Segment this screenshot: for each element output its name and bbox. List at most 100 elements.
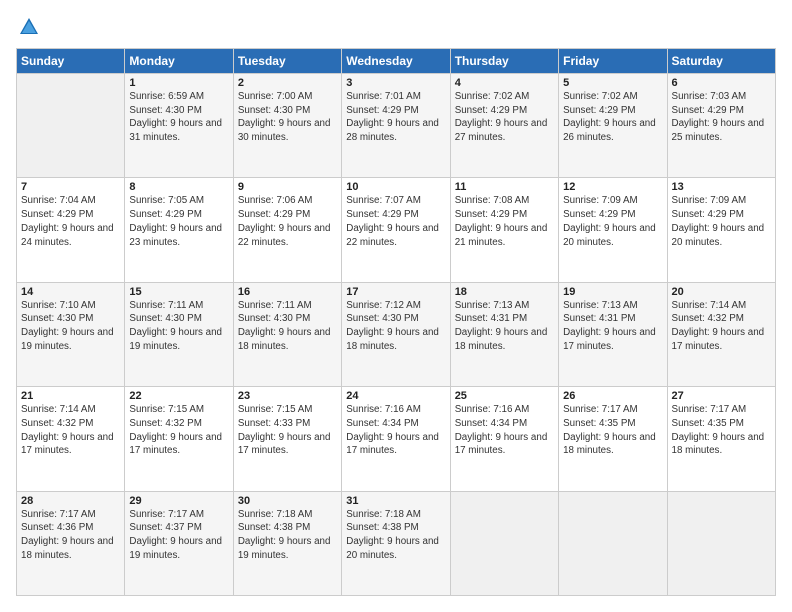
day-number: 26	[563, 390, 662, 402]
day-detail: Sunrise: 7:15 AMSunset: 4:33 PMDaylight:…	[238, 403, 337, 458]
calendar-cell	[667, 491, 775, 595]
calendar-cell: 29Sunrise: 7:17 AMSunset: 4:37 PMDayligh…	[125, 491, 233, 595]
day-detail: Sunrise: 7:17 AMSunset: 4:37 PMDaylight:…	[129, 508, 228, 563]
calendar-cell: 23Sunrise: 7:15 AMSunset: 4:33 PMDayligh…	[233, 387, 341, 491]
day-number: 30	[238, 495, 337, 507]
weekday-header-sunday: Sunday	[17, 49, 125, 74]
calendar-cell: 10Sunrise: 7:07 AMSunset: 4:29 PMDayligh…	[342, 178, 450, 282]
week-row-1: 7Sunrise: 7:04 AMSunset: 4:29 PMDaylight…	[17, 178, 776, 282]
day-detail: Sunrise: 7:17 AMSunset: 4:36 PMDaylight:…	[21, 508, 120, 563]
day-detail: Sunrise: 7:07 AMSunset: 4:29 PMDaylight:…	[346, 194, 445, 249]
calendar-cell: 6Sunrise: 7:03 AMSunset: 4:29 PMDaylight…	[667, 74, 775, 178]
day-number: 3	[346, 77, 445, 89]
logo	[16, 16, 40, 38]
calendar-cell: 28Sunrise: 7:17 AMSunset: 4:36 PMDayligh…	[17, 491, 125, 595]
day-detail: Sunrise: 7:09 AMSunset: 4:29 PMDaylight:…	[672, 194, 771, 249]
calendar-cell: 13Sunrise: 7:09 AMSunset: 4:29 PMDayligh…	[667, 178, 775, 282]
calendar-cell: 4Sunrise: 7:02 AMSunset: 4:29 PMDaylight…	[450, 74, 558, 178]
day-detail: Sunrise: 7:17 AMSunset: 4:35 PMDaylight:…	[672, 403, 771, 458]
day-detail: Sunrise: 7:18 AMSunset: 4:38 PMDaylight:…	[238, 508, 337, 563]
calendar-cell: 15Sunrise: 7:11 AMSunset: 4:30 PMDayligh…	[125, 282, 233, 386]
day-detail: Sunrise: 7:15 AMSunset: 4:32 PMDaylight:…	[129, 403, 228, 458]
calendar-cell	[559, 491, 667, 595]
day-number: 23	[238, 390, 337, 402]
day-detail: Sunrise: 7:11 AMSunset: 4:30 PMDaylight:…	[238, 299, 337, 354]
calendar-cell: 18Sunrise: 7:13 AMSunset: 4:31 PMDayligh…	[450, 282, 558, 386]
day-number: 14	[21, 286, 120, 298]
calendar-cell: 30Sunrise: 7:18 AMSunset: 4:38 PMDayligh…	[233, 491, 341, 595]
day-number: 16	[238, 286, 337, 298]
calendar-cell: 21Sunrise: 7:14 AMSunset: 4:32 PMDayligh…	[17, 387, 125, 491]
calendar-cell: 25Sunrise: 7:16 AMSunset: 4:34 PMDayligh…	[450, 387, 558, 491]
day-number: 10	[346, 181, 445, 193]
day-detail: Sunrise: 7:18 AMSunset: 4:38 PMDaylight:…	[346, 508, 445, 563]
calendar-cell	[17, 74, 125, 178]
day-detail: Sunrise: 7:02 AMSunset: 4:29 PMDaylight:…	[455, 90, 554, 145]
calendar-cell: 9Sunrise: 7:06 AMSunset: 4:29 PMDaylight…	[233, 178, 341, 282]
day-detail: Sunrise: 7:13 AMSunset: 4:31 PMDaylight:…	[563, 299, 662, 354]
calendar-cell: 17Sunrise: 7:12 AMSunset: 4:30 PMDayligh…	[342, 282, 450, 386]
day-number: 21	[21, 390, 120, 402]
day-detail: Sunrise: 7:06 AMSunset: 4:29 PMDaylight:…	[238, 194, 337, 249]
calendar-cell: 8Sunrise: 7:05 AMSunset: 4:29 PMDaylight…	[125, 178, 233, 282]
day-detail: Sunrise: 7:14 AMSunset: 4:32 PMDaylight:…	[21, 403, 120, 458]
weekday-header-wednesday: Wednesday	[342, 49, 450, 74]
calendar-cell: 3Sunrise: 7:01 AMSunset: 4:29 PMDaylight…	[342, 74, 450, 178]
day-number: 25	[455, 390, 554, 402]
day-number: 31	[346, 495, 445, 507]
weekday-header-friday: Friday	[559, 49, 667, 74]
day-detail: Sunrise: 7:13 AMSunset: 4:31 PMDaylight:…	[455, 299, 554, 354]
header	[16, 16, 776, 38]
calendar-cell: 12Sunrise: 7:09 AMSunset: 4:29 PMDayligh…	[559, 178, 667, 282]
day-number: 15	[129, 286, 228, 298]
day-detail: Sunrise: 7:08 AMSunset: 4:29 PMDaylight:…	[455, 194, 554, 249]
week-row-3: 21Sunrise: 7:14 AMSunset: 4:32 PMDayligh…	[17, 387, 776, 491]
day-number: 8	[129, 181, 228, 193]
calendar-cell: 11Sunrise: 7:08 AMSunset: 4:29 PMDayligh…	[450, 178, 558, 282]
day-detail: Sunrise: 7:00 AMSunset: 4:30 PMDaylight:…	[238, 90, 337, 145]
weekday-header-row: SundayMondayTuesdayWednesdayThursdayFrid…	[17, 49, 776, 74]
day-detail: Sunrise: 7:02 AMSunset: 4:29 PMDaylight:…	[563, 90, 662, 145]
day-number: 29	[129, 495, 228, 507]
calendar-cell: 19Sunrise: 7:13 AMSunset: 4:31 PMDayligh…	[559, 282, 667, 386]
day-number: 20	[672, 286, 771, 298]
day-number: 12	[563, 181, 662, 193]
logo-icon	[18, 16, 40, 38]
weekday-header-thursday: Thursday	[450, 49, 558, 74]
day-detail: Sunrise: 7:16 AMSunset: 4:34 PMDaylight:…	[455, 403, 554, 458]
calendar-cell: 2Sunrise: 7:00 AMSunset: 4:30 PMDaylight…	[233, 74, 341, 178]
calendar-cell: 27Sunrise: 7:17 AMSunset: 4:35 PMDayligh…	[667, 387, 775, 491]
calendar-cell: 7Sunrise: 7:04 AMSunset: 4:29 PMDaylight…	[17, 178, 125, 282]
calendar-cell: 26Sunrise: 7:17 AMSunset: 4:35 PMDayligh…	[559, 387, 667, 491]
week-row-2: 14Sunrise: 7:10 AMSunset: 4:30 PMDayligh…	[17, 282, 776, 386]
weekday-header-tuesday: Tuesday	[233, 49, 341, 74]
day-detail: Sunrise: 7:12 AMSunset: 4:30 PMDaylight:…	[346, 299, 445, 354]
day-detail: Sunrise: 7:04 AMSunset: 4:29 PMDaylight:…	[21, 194, 120, 249]
day-number: 24	[346, 390, 445, 402]
day-number: 9	[238, 181, 337, 193]
week-row-4: 28Sunrise: 7:17 AMSunset: 4:36 PMDayligh…	[17, 491, 776, 595]
day-number: 5	[563, 77, 662, 89]
day-number: 22	[129, 390, 228, 402]
day-detail: Sunrise: 7:17 AMSunset: 4:35 PMDaylight:…	[563, 403, 662, 458]
week-row-0: 1Sunrise: 6:59 AMSunset: 4:30 PMDaylight…	[17, 74, 776, 178]
day-number: 28	[21, 495, 120, 507]
page: SundayMondayTuesdayWednesdayThursdayFrid…	[0, 0, 792, 612]
day-detail: Sunrise: 7:10 AMSunset: 4:30 PMDaylight:…	[21, 299, 120, 354]
day-number: 27	[672, 390, 771, 402]
day-detail: Sunrise: 6:59 AMSunset: 4:30 PMDaylight:…	[129, 90, 228, 145]
day-detail: Sunrise: 7:01 AMSunset: 4:29 PMDaylight:…	[346, 90, 445, 145]
calendar-cell: 22Sunrise: 7:15 AMSunset: 4:32 PMDayligh…	[125, 387, 233, 491]
day-number: 17	[346, 286, 445, 298]
day-number: 18	[455, 286, 554, 298]
day-number: 4	[455, 77, 554, 89]
calendar-cell: 31Sunrise: 7:18 AMSunset: 4:38 PMDayligh…	[342, 491, 450, 595]
day-detail: Sunrise: 7:09 AMSunset: 4:29 PMDaylight:…	[563, 194, 662, 249]
day-detail: Sunrise: 7:05 AMSunset: 4:29 PMDaylight:…	[129, 194, 228, 249]
day-number: 2	[238, 77, 337, 89]
calendar-cell: 16Sunrise: 7:11 AMSunset: 4:30 PMDayligh…	[233, 282, 341, 386]
day-number: 13	[672, 181, 771, 193]
calendar-cell: 1Sunrise: 6:59 AMSunset: 4:30 PMDaylight…	[125, 74, 233, 178]
weekday-header-monday: Monday	[125, 49, 233, 74]
day-number: 7	[21, 181, 120, 193]
